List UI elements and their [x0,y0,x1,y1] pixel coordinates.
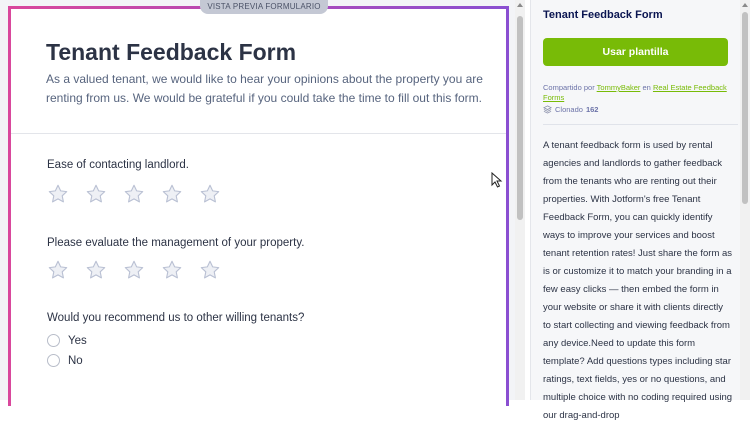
radio-label: No [68,354,83,367]
author-link[interactable]: TommyBaker [597,83,641,92]
clone-label: Clonado [555,105,583,114]
sidebar-scrollbar[interactable] [740,0,750,400]
preview-label: VISTA PREVIA FORMULARIO [200,0,328,14]
star-rating-contact[interactable] [47,183,221,205]
form-title: Tenant Feedback Form [46,39,297,65]
use-template-button[interactable]: Usar plantilla [543,38,728,66]
star-icon[interactable] [123,259,145,281]
shared-by-info: Compartido por TommyBaker en Real Estate… [543,83,733,103]
radio-button[interactable] [47,354,60,367]
star-icon[interactable] [199,183,221,205]
radio-option-no[interactable]: No [47,354,83,367]
question-label-contact: Ease of contacting landlord. [47,159,189,171]
radio-button[interactable] [47,334,60,347]
shared-prefix: Compartido por [543,83,595,92]
scroll-thumb[interactable] [517,16,523,220]
layers-icon [543,105,552,114]
form-header: Tenant Feedback Form As a valued tenant,… [11,9,506,134]
star-icon[interactable] [85,183,107,205]
star-icon[interactable] [47,259,69,281]
scroll-up-icon[interactable] [742,3,748,7]
radio-label: Yes [68,334,87,347]
scroll-up-icon[interactable] [517,3,523,7]
clone-count: Clonado 162 [543,105,598,114]
star-icon[interactable] [161,183,183,205]
star-icon[interactable] [161,259,183,281]
star-icon[interactable] [123,183,145,205]
radio-option-yes[interactable]: Yes [47,334,87,347]
divider [543,124,738,125]
form-subtitle: As a valued tenant, we would like to hea… [46,72,483,105]
star-icon[interactable] [85,259,107,281]
star-icon[interactable] [199,259,221,281]
scroll-thumb[interactable] [742,12,748,204]
template-title: Tenant Feedback Form [543,9,663,21]
star-rating-management[interactable] [47,259,221,281]
star-icon[interactable] [47,183,69,205]
form-frame: Tenant Feedback Form As a valued tenant,… [8,6,509,406]
shared-in: en [642,83,651,92]
template-description: A tenant feedback form is used by rental… [543,140,733,421]
clone-number: 162 [585,105,599,114]
mouse-cursor-icon [491,172,503,188]
preview-scrollbar[interactable] [515,0,525,400]
question-label-management: Please evaluate the management of your p… [47,237,305,249]
form-preview-panel: VISTA PREVIA FORMULARIO Tenant Feedback … [0,0,515,406]
template-sidebar: Tenant Feedback Form Usar plantilla Comp… [530,0,750,421]
question-label-recommend: Would you recommend us to other willing … [47,312,305,324]
